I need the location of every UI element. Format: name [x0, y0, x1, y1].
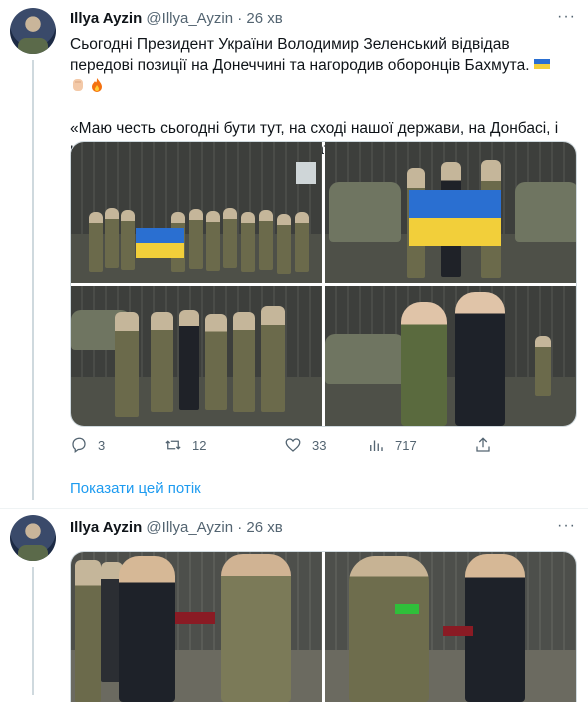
views-chart-icon: [370, 440, 383, 451]
heart-icon: [285, 438, 301, 452]
photo-2[interactable]: [325, 142, 576, 283]
reply-button[interactable]: 3: [70, 436, 105, 454]
fire-icon: [92, 78, 102, 92]
photo-1[interactable]: [71, 552, 322, 702]
author-handle[interactable]: @Illya_Ayzin: [146, 519, 233, 536]
views-count: 717: [395, 437, 417, 453]
dot-separator: ·: [237, 519, 243, 536]
more-options-button[interactable]: ···: [557, 8, 576, 26]
views-button[interactable]: 717: [367, 436, 417, 454]
window-light: [296, 162, 316, 184]
thread-line: [32, 60, 34, 500]
tweet-text-line-1: Сьогодні Президент України Володимир Зел…: [70, 36, 530, 74]
photo-4[interactable]: [325, 286, 576, 426]
thread-line: [32, 567, 34, 695]
flag-ukraine-icon: [533, 59, 550, 69]
avatar[interactable]: [10, 515, 56, 561]
tweet-time[interactable]: 26 хв: [246, 10, 282, 27]
photo-1[interactable]: [71, 142, 322, 283]
author-name[interactable]: Illya Ayzin: [70, 519, 142, 536]
award-box: [175, 612, 215, 624]
photo-grid: [70, 141, 577, 427]
tweet-2[interactable]: Illya Ayzin @Illya_Ayzin · 26 хв ···: [0, 509, 588, 702]
retweet-button[interactable]: 12: [164, 436, 206, 454]
avatar[interactable]: [10, 8, 56, 54]
raised-fist-icon: [73, 79, 83, 91]
tweet-header: Illya Ayzin @Illya_Ayzin · 26 хв: [70, 10, 283, 27]
flag: [409, 190, 501, 246]
tweet-header: Illya Ayzin @Illya_Ayzin · 26 хв: [70, 519, 283, 536]
tweet-time[interactable]: 26 хв: [246, 519, 282, 536]
flag: [136, 228, 184, 258]
author-name[interactable]: Illya Ayzin: [70, 10, 142, 27]
dot-separator: ·: [237, 10, 243, 27]
more-options-button[interactable]: ···: [557, 517, 576, 535]
photo-2[interactable]: [325, 552, 576, 702]
tweet-1[interactable]: Illya Ayzin @Illya_Ayzin · 26 хв ··· Сьо…: [0, 0, 588, 505]
tweet-text-paragraph-1: Сьогодні Президент України Володимир Зел…: [70, 34, 570, 97]
green-armband: [395, 604, 419, 614]
share-button[interactable]: [474, 436, 492, 454]
photo-3[interactable]: [71, 286, 322, 426]
award-box: [443, 626, 473, 636]
reply-icon: [72, 437, 86, 454]
like-button[interactable]: 33: [284, 436, 326, 454]
tweet-actions: 3 12 33 717: [70, 436, 550, 460]
show-thread-link[interactable]: Показати цей потік: [70, 480, 201, 497]
photo-grid: [70, 551, 577, 702]
retweet-icon: [165, 440, 181, 450]
author-handle[interactable]: @Illya_Ayzin: [146, 10, 233, 27]
like-count: 33: [312, 437, 327, 453]
retweet-count: 12: [192, 437, 207, 453]
reply-count: 3: [98, 437, 106, 453]
share-icon: [476, 437, 490, 452]
